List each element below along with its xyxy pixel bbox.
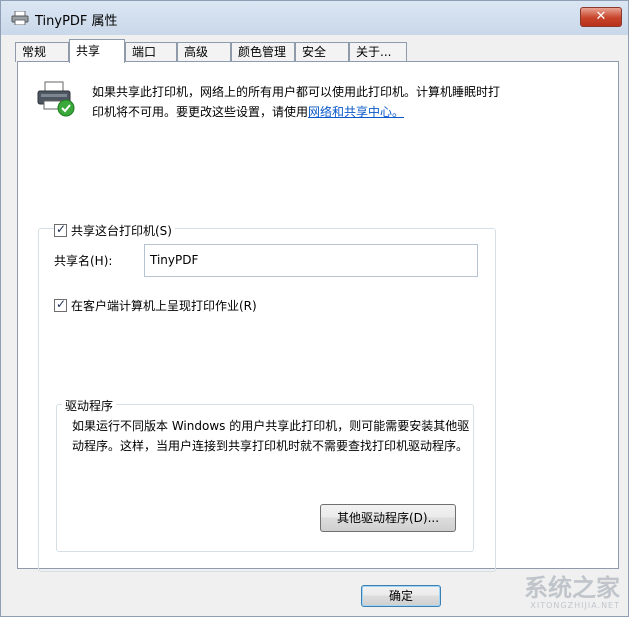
ok-button[interactable]: 确定: [361, 585, 441, 607]
drivers-description: 如果运行不同版本 Windows 的用户共享此打印机，则可能需要安装其他驱动程序…: [72, 419, 470, 453]
tab-advanced[interactable]: 高级: [177, 42, 231, 62]
tab-about[interactable]: 关于...: [349, 42, 407, 62]
sharing-panel: 如果共享此打印机，网络上的所有用户都可以使用此打印机。计算机睡眠时打印机将不可用…: [17, 61, 619, 572]
printer-shared-icon: [37, 81, 75, 117]
drivers-legend: 驱动程序: [62, 397, 117, 414]
tab-general[interactable]: 常规: [15, 42, 69, 62]
checkbox-checked-icon: [54, 297, 67, 312]
network-sharing-center-link[interactable]: 网络和共享中心。: [308, 105, 404, 119]
share-name-label: 共享名(H):: [54, 254, 113, 268]
share-name-input[interactable]: TinyPDF: [144, 244, 478, 277]
watermark-main: 系统之家: [524, 574, 620, 602]
additional-drivers-button[interactable]: 其他驱动程序(D)...: [320, 504, 456, 532]
tab-color-management[interactable]: 颜色管理: [231, 42, 295, 62]
checkbox-checked-icon: [54, 222, 67, 237]
window-title: TinyPDF 属性: [35, 14, 118, 29]
tab-ports[interactable]: 端口: [125, 42, 177, 62]
share-printer-checkbox[interactable]: 共享这台打印机(S): [54, 222, 175, 239]
sharing-info-text: 如果共享此打印机，网络上的所有用户都可以使用此打印机。计算机睡眠时打印机将不可用…: [92, 82, 502, 122]
share-printer-label: 共享这台打印机(S): [71, 224, 172, 238]
sharing-info-body: 如果共享此打印机，网络上的所有用户都可以使用此打印机。计算机睡眠时打印机将不可用…: [92, 85, 501, 119]
title-bar[interactable]: TinyPDF 属性 ✕: [1, 1, 628, 35]
close-button[interactable]: ✕: [580, 7, 622, 27]
printer-properties-window: TinyPDF 属性 ✕ 常规 共享 端口 高级 颜色管理 安全 关于... 如…: [0, 0, 629, 617]
render-on-client-label: 在客户端计算机上呈现打印作业(R): [71, 299, 257, 313]
tab-security[interactable]: 安全: [295, 42, 349, 62]
printer-icon: [11, 11, 29, 25]
watermark-logo: 系统之家 XITONGZHIJIA.NET: [524, 575, 620, 610]
tab-sharing[interactable]: 共享: [69, 39, 125, 63]
watermark-sub: XITONGZHIJIA.NET: [530, 601, 620, 610]
render-on-client-checkbox[interactable]: 在客户端计算机上呈现打印作业(R): [54, 297, 257, 314]
